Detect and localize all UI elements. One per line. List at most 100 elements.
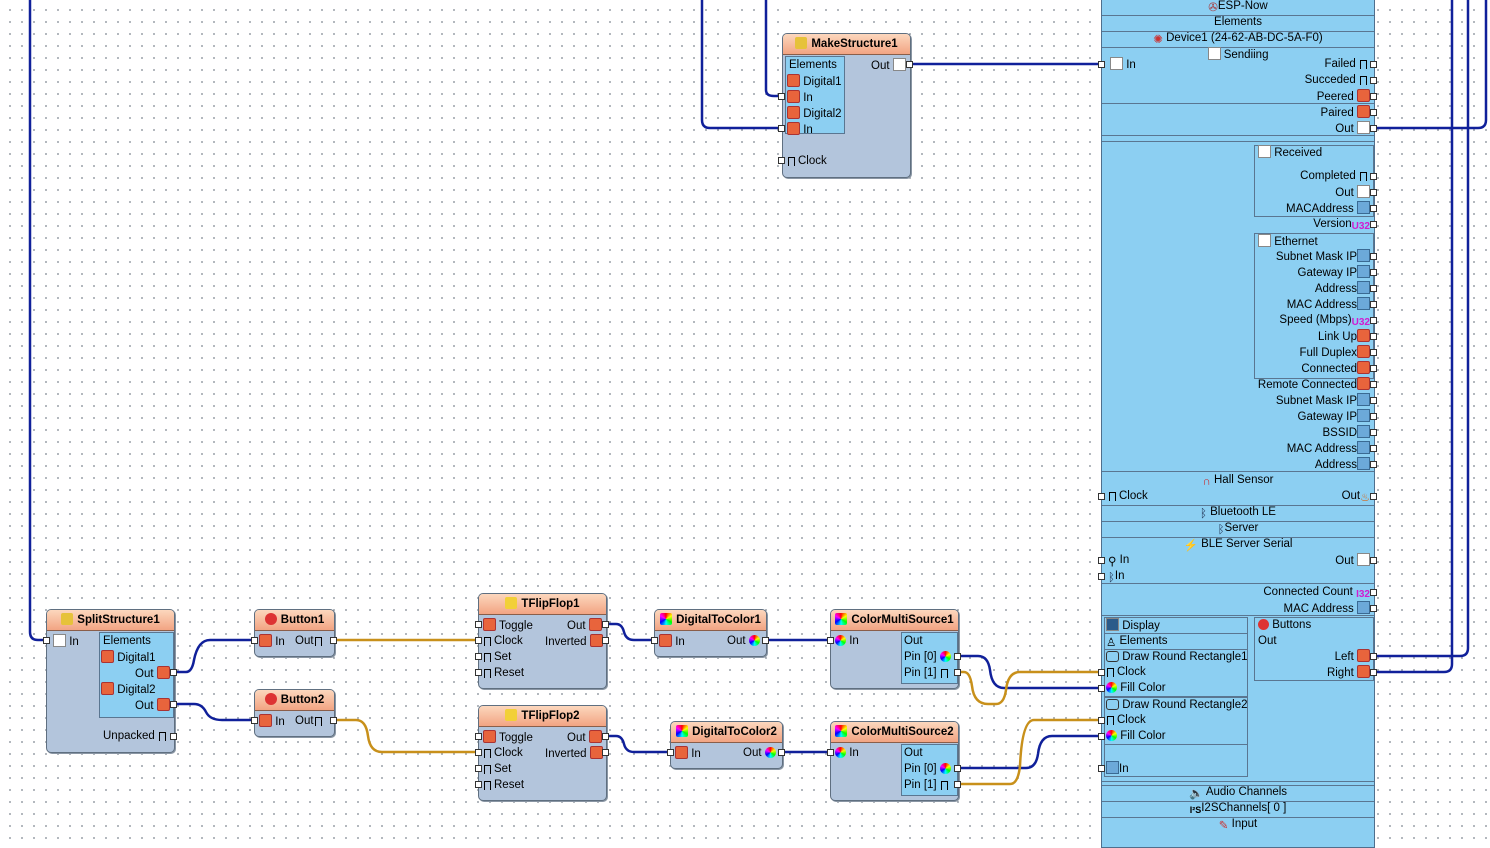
board-pin-version[interactable] bbox=[1370, 221, 1377, 228]
tflipflop2-component[interactable]: TFlipFlop2 Toggle Clock Set Reset Out In… bbox=[478, 705, 607, 801]
button2-pin-in[interactable] bbox=[251, 717, 258, 724]
digital-to-color2-pin-in[interactable] bbox=[667, 749, 674, 756]
in-text: In bbox=[1126, 59, 1136, 71]
board-pin-macaddress[interactable] bbox=[1370, 205, 1377, 212]
board-pin-in[interactable] bbox=[1098, 61, 1105, 68]
pin1-label: Pin [1] bbox=[904, 666, 951, 680]
color-multi-source2-pin-in[interactable] bbox=[827, 749, 834, 756]
ble-in1-row: ⚲ In bbox=[1108, 553, 1129, 568]
clock-icon bbox=[484, 637, 491, 646]
make-structure-pin-in2[interactable] bbox=[778, 125, 785, 132]
button2-pin-out[interactable] bbox=[330, 717, 337, 724]
clock-text: Clock bbox=[1117, 714, 1146, 726]
input-icon: ✎ bbox=[1218, 820, 1229, 832]
board-pin-rect2-fill[interactable] bbox=[1098, 733, 1105, 740]
board-pin-subnet[interactable] bbox=[1370, 253, 1377, 260]
board-pin-speed[interactable] bbox=[1370, 317, 1377, 324]
color-multi-source2-pin-0[interactable] bbox=[954, 765, 961, 772]
board-pin-fullduplex[interactable] bbox=[1370, 349, 1377, 356]
color-multi-source1-pin-in[interactable] bbox=[827, 637, 834, 644]
tflipflop1-pin-set[interactable] bbox=[475, 653, 482, 660]
make-structure-pin-clock[interactable] bbox=[778, 157, 785, 164]
tflipflop2-pin-reset[interactable] bbox=[475, 781, 482, 788]
board-pin-hall-clock[interactable] bbox=[1098, 493, 1105, 500]
board-pin-completed[interactable] bbox=[1370, 173, 1377, 180]
color-multi-source1-component[interactable]: ColorMultiSource1 In Out Pin [0] Pin [1] bbox=[830, 609, 959, 689]
digital-to-color1-component[interactable]: DigitalToColor1 In Out bbox=[654, 609, 767, 657]
split-structure-component[interactable]: SplitStructure1 In Elements Digital1 Out… bbox=[46, 609, 175, 753]
tflipflop1-pin-inverted[interactable] bbox=[602, 637, 609, 644]
board-pin-linkup[interactable] bbox=[1370, 333, 1377, 340]
digital-to-color1-pin-out[interactable] bbox=[762, 637, 769, 644]
tflipflop2-pin-toggle[interactable] bbox=[475, 733, 482, 740]
make-structure-pin-in1[interactable] bbox=[778, 93, 785, 100]
board-pin-right[interactable] bbox=[1370, 669, 1377, 676]
structure-in-icon bbox=[1110, 57, 1123, 70]
board-pin-received-out[interactable] bbox=[1370, 189, 1377, 196]
tflipflop1-pin-toggle[interactable] bbox=[475, 621, 482, 628]
tflipflop2-pin-clock[interactable] bbox=[475, 749, 482, 756]
gateway-text: Gateway IP bbox=[1297, 267, 1357, 279]
board-pin-ble-in1[interactable] bbox=[1098, 557, 1105, 564]
received-text: Received bbox=[1274, 147, 1323, 159]
board-pin-left[interactable] bbox=[1370, 653, 1377, 660]
color-multi-source1-pin-0[interactable] bbox=[954, 653, 961, 660]
board-pin-ble-mac[interactable] bbox=[1370, 605, 1377, 612]
board-pin-ble-out[interactable] bbox=[1370, 557, 1377, 564]
out-label: Out bbox=[904, 635, 923, 647]
digital-to-color2-pin-out[interactable] bbox=[778, 749, 785, 756]
board-pin-mac2[interactable] bbox=[1370, 445, 1377, 452]
button1-pin-in[interactable] bbox=[251, 637, 258, 644]
board-pin-rect1-clock[interactable] bbox=[1098, 669, 1105, 676]
board-pin-display-in[interactable] bbox=[1098, 765, 1105, 772]
button1-pin-out[interactable] bbox=[330, 637, 337, 644]
board-pin-subnet2[interactable] bbox=[1370, 397, 1377, 404]
color-multi-source2-pin-1[interactable] bbox=[954, 781, 961, 788]
digital-to-color1-pin-in[interactable] bbox=[651, 637, 658, 644]
flipflop-icon bbox=[505, 709, 518, 721]
board-pin-rect1-fill[interactable] bbox=[1098, 685, 1105, 692]
tflipflop1-pin-reset[interactable] bbox=[475, 669, 482, 676]
board-pin-address[interactable] bbox=[1370, 285, 1377, 292]
board-pin-address2[interactable] bbox=[1370, 461, 1377, 468]
board-pin-connected-count[interactable] bbox=[1370, 589, 1377, 596]
linkup-text: Link Up bbox=[1318, 331, 1357, 343]
succeded-text: Succeded bbox=[1304, 74, 1356, 86]
tflipflop1-pin-out[interactable] bbox=[602, 621, 609, 628]
button1-component[interactable]: Button1 In Out bbox=[254, 609, 335, 657]
board-pin-rect2-clock[interactable] bbox=[1098, 717, 1105, 724]
board-pin-connected[interactable] bbox=[1370, 365, 1377, 372]
digital-icon bbox=[787, 106, 800, 119]
button2-component[interactable]: Button2 In Out bbox=[254, 689, 335, 737]
board-pin-gateway[interactable] bbox=[1370, 269, 1377, 276]
board-pin-peered[interactable] bbox=[1370, 93, 1377, 100]
paired-text: Paired bbox=[1320, 107, 1354, 119]
board-pin-bssid[interactable] bbox=[1370, 429, 1377, 436]
tflipflop2-pin-set[interactable] bbox=[475, 765, 482, 772]
board-pin-remote-connected[interactable] bbox=[1370, 381, 1377, 388]
board-pin-ble-in2[interactable] bbox=[1098, 573, 1105, 580]
board-pin-paired[interactable] bbox=[1370, 109, 1377, 116]
board-pin-failed[interactable] bbox=[1370, 61, 1377, 68]
board-pin-succeded[interactable] bbox=[1370, 77, 1377, 84]
make-structure-component[interactable]: MakeStructure1 Elements Digital1 In Digi… bbox=[782, 33, 911, 178]
board-pin-mac[interactable] bbox=[1370, 301, 1377, 308]
tflipflop1-component[interactable]: TFlipFlop1 Toggle Clock Set Reset Out In… bbox=[478, 593, 607, 689]
wire bbox=[958, 718, 1102, 786]
color-multi-source1-pin-1[interactable] bbox=[954, 669, 961, 676]
set-label: Set bbox=[483, 650, 511, 664]
split-structure-pin-in[interactable] bbox=[43, 637, 50, 644]
board-pin-out[interactable] bbox=[1370, 125, 1377, 132]
color-multi-source2-component[interactable]: ColorMultiSource2 In Out Pin [0] Pin [1] bbox=[830, 721, 959, 801]
make-structure-pin-out[interactable] bbox=[906, 61, 913, 68]
tflipflop2-pin-out[interactable] bbox=[602, 733, 609, 740]
split-structure-pin-out1[interactable] bbox=[170, 669, 177, 676]
tflipflop2-pin-inverted[interactable] bbox=[602, 749, 609, 756]
board-component[interactable]: ✇ESP-Now Elements ✺ Device1 (24-62-AB-DC… bbox=[1101, 0, 1375, 848]
digital-to-color2-component[interactable]: DigitalToColor2 In Out bbox=[670, 721, 783, 769]
split-structure-pin-out2[interactable] bbox=[170, 701, 177, 708]
split-structure-pin-unpacked[interactable] bbox=[170, 733, 177, 740]
board-pin-gateway2[interactable] bbox=[1370, 413, 1377, 420]
board-pin-hall-out[interactable] bbox=[1370, 493, 1377, 500]
tflipflop1-pin-clock[interactable] bbox=[475, 637, 482, 644]
